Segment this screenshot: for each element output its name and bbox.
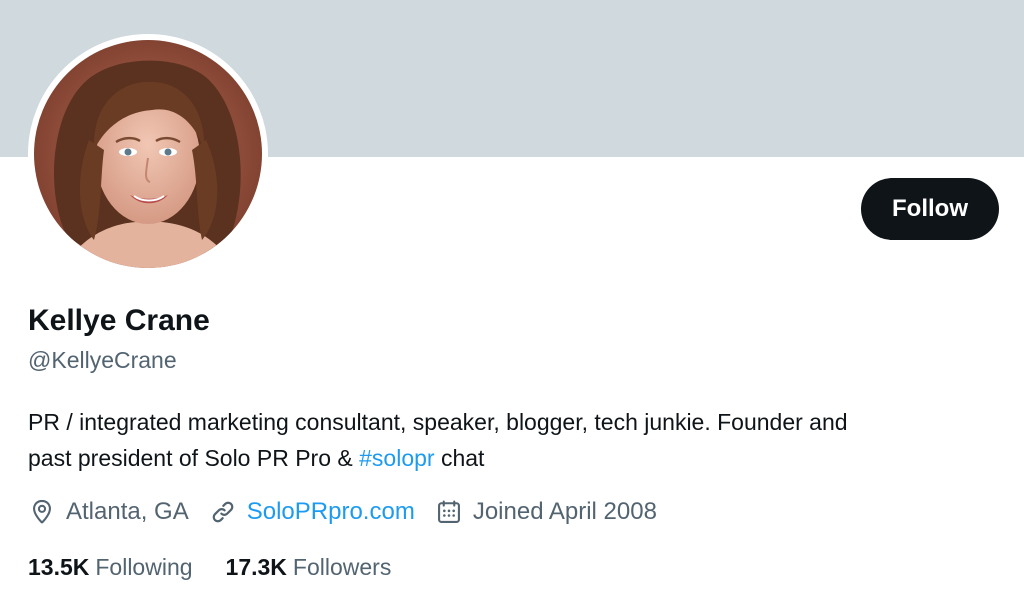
- followers-stat[interactable]: 17.3K Followers: [226, 554, 392, 581]
- calendar-icon: [437, 500, 460, 523]
- join-date: Joined April 2008: [435, 498, 657, 526]
- location-text: Atlanta, GA: [66, 498, 189, 525]
- hashtag-link[interactable]: #solopr: [359, 445, 434, 471]
- link-icon: [212, 501, 234, 523]
- bio-text: past president of Solo PR Pro &: [28, 445, 360, 471]
- user-handle: @KellyeCrane: [28, 347, 177, 373]
- join-date-text: Joined April 2008: [472, 498, 657, 525]
- following-stat[interactable]: 13.5K Following: [28, 554, 193, 581]
- bio-line-2: past president of Solo PR Pro & #solopr …: [28, 440, 988, 476]
- website-link[interactable]: SoloPRpro.com: [247, 498, 415, 526]
- profile-bio: PR / integrated marketing consultant, sp…: [28, 404, 988, 476]
- followers-label: Followers: [292, 553, 392, 580]
- avatar[interactable]: [28, 34, 268, 274]
- profile-header: Follow Kellye Crane @KellyeCrane PR / in…: [0, 0, 1024, 615]
- followers-count: 17.3K: [225, 553, 287, 580]
- location-pin-icon: [33, 499, 51, 524]
- bio-text-end: chat: [434, 445, 485, 471]
- website[interactable]: SoloPRpro.com: [209, 498, 415, 526]
- profile-meta: Atlanta, GA SoloPRpro.com Joined April 2…: [28, 495, 677, 529]
- follow-stats: 13.5K Following 17.3K Followers: [28, 550, 424, 584]
- follow-button[interactable]: Follow: [861, 178, 999, 240]
- display-name: Kellye Crane: [28, 304, 210, 337]
- following-count: 13.5K: [28, 553, 90, 580]
- location: Atlanta, GA: [28, 498, 189, 526]
- avatar-photo: [34, 40, 262, 268]
- following-label: Following: [95, 553, 193, 580]
- bio-line-1: PR / integrated marketing consultant, sp…: [28, 409, 848, 435]
